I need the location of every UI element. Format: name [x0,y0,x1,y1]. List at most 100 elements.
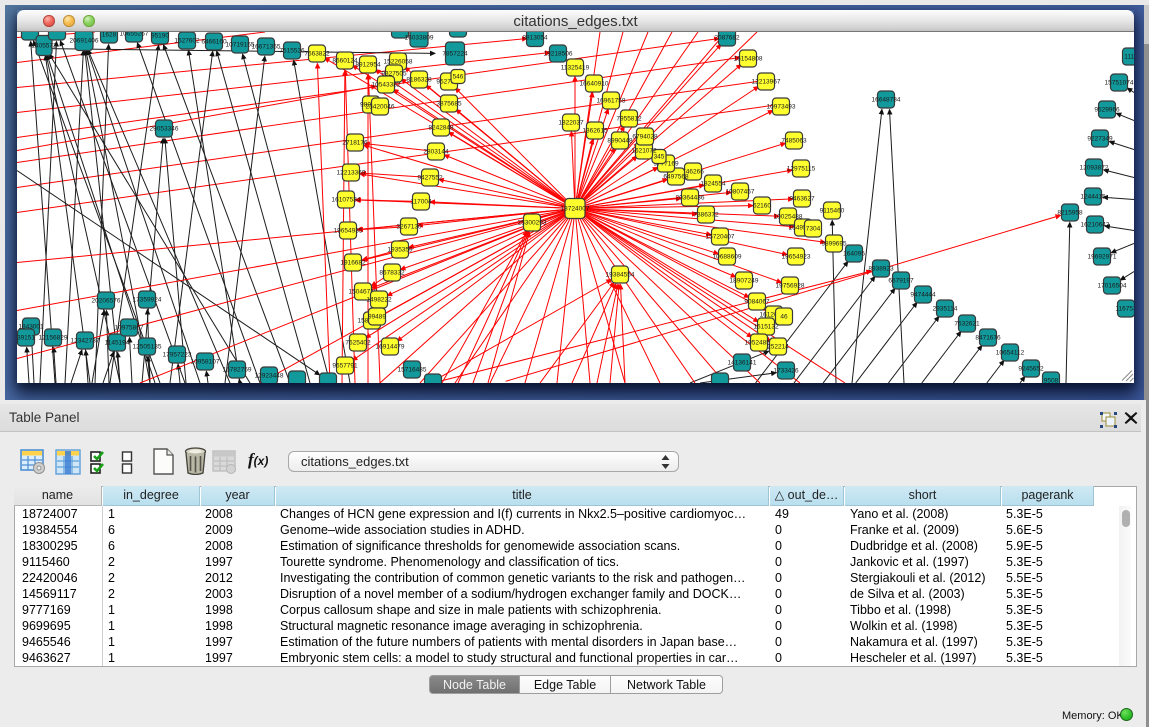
svg-text:16671355: 16671355 [252,43,281,50]
svg-text:3267130: 3267130 [396,223,422,230]
svg-text:15716485: 15716485 [398,366,427,373]
svg-text:6497568: 6497568 [663,173,689,180]
svg-text:10688609: 10688609 [713,253,742,260]
svg-text:62160: 62160 [753,202,771,209]
svg-text:16782759: 16782759 [223,366,252,373]
svg-text:1527602: 1527602 [174,37,200,44]
svg-text:9227349: 9227349 [1087,135,1113,142]
svg-text:16107534: 16107534 [332,196,361,203]
svg-text:9427552: 9427552 [417,174,443,181]
svg-text:1362615: 1362615 [582,127,608,134]
svg-text:9084067: 9084067 [744,298,770,305]
svg-text:7386372: 7386372 [693,211,719,218]
svg-text:7632621: 7632621 [954,320,980,327]
svg-text:39151: 39151 [17,334,35,341]
svg-text:20691406: 20691406 [70,37,99,44]
svg-text:6679197: 6679197 [888,277,914,284]
svg-text:15720407: 15720407 [706,233,735,240]
svg-text:12505135: 12505135 [133,343,162,350]
svg-text:15751074: 15751074 [1105,79,1134,86]
svg-text:164095: 164095 [843,250,865,257]
svg-text:7485063: 7485063 [781,137,807,144]
svg-text:252214: 252214 [767,343,789,350]
svg-text:19218506: 19218506 [544,50,573,57]
svg-text:16210643: 16210643 [1081,221,1110,228]
svg-text:14136141: 14136141 [728,359,757,366]
svg-text:10807457: 10807457 [726,188,755,195]
svg-text:2718176: 2718176 [342,139,368,146]
svg-text:10655267: 10655267 [120,32,149,38]
svg-text:19654935: 19654935 [334,227,363,234]
svg-text:16640910: 16640910 [580,80,609,87]
svg-text:8938923: 8938923 [868,265,894,272]
svg-text:8990448: 8990448 [607,137,633,144]
svg-text:9508: 9508 [1044,377,1059,382]
svg-text:8660124: 8660124 [332,57,358,64]
svg-text:9657791: 9657791 [332,362,358,369]
svg-text:10719155: 10719155 [226,41,255,48]
svg-text:9899695: 9899695 [821,240,847,247]
svg-text:1621072: 1621072 [631,147,657,154]
svg-text:16648784: 16648784 [872,96,901,103]
svg-text:12342737: 12342737 [71,337,100,344]
svg-text:11325419: 11325419 [561,64,590,71]
svg-text:7663822: 7663822 [304,50,330,57]
svg-text:12923448: 12923448 [255,372,284,379]
svg-text:10958107: 10958107 [191,358,220,365]
svg-text:1733426: 1733426 [773,367,799,374]
svg-text:1145194: 1145194 [105,339,130,346]
svg-text:16033809: 16033809 [405,34,434,41]
svg-text:1822037: 1822037 [558,119,584,126]
svg-text:19756928: 19756928 [776,282,805,289]
svg-text:1935359: 1935359 [387,246,413,253]
svg-text:546: 546 [453,73,464,80]
svg-text:1405572: 1405572 [31,42,57,49]
svg-text:17957223: 17957223 [163,351,192,358]
svg-text:10975867: 10975867 [115,324,144,331]
svg-text:12093872: 12093872 [1080,164,1109,171]
svg-text:18907249: 18907249 [730,277,759,284]
svg-text:12213369: 12213369 [337,169,366,176]
svg-text:16154808: 16154808 [734,55,763,62]
svg-text:1615132: 1615132 [753,323,779,330]
svg-text:1112: 1112 [1124,53,1134,60]
svg-text:19384554: 19384554 [606,271,635,278]
svg-text:7625402: 7625402 [345,339,371,346]
svg-text:2803144: 2803144 [423,148,449,155]
svg-text:1916682: 1916682 [340,259,366,266]
svg-text:9529966: 9529966 [1094,106,1120,113]
svg-text:1498222: 1498222 [366,296,392,303]
svg-text:17016504: 17016504 [1098,282,1127,289]
svg-text:3875685: 3875685 [436,100,462,107]
svg-text:19692971: 19692971 [1088,253,1117,260]
svg-text:8242848: 8242848 [428,124,454,131]
svg-text:9115460: 9115460 [820,207,845,214]
svg-text:99489: 99489 [368,313,386,320]
svg-text:7857224: 7857224 [442,50,468,57]
svg-text:16961758: 16961758 [597,97,626,104]
svg-text:12975115: 12975115 [787,165,816,172]
svg-text:25300293: 25300293 [518,219,547,226]
svg-text:18724007: 18724007 [561,205,590,212]
svg-text:7515526: 7515526 [279,47,305,54]
svg-text:20364436: 20364436 [676,194,705,201]
svg-text:10654112: 10654112 [996,349,1025,356]
svg-text:95190: 95190 [151,32,169,39]
svg-text:1628: 1628 [102,32,117,39]
svg-text:345: 345 [654,153,665,160]
svg-text:116753: 116753 [1115,305,1134,312]
svg-text:2087682: 2087682 [714,34,740,41]
svg-text:7955812: 7955812 [616,115,642,122]
svg-text:20206576: 20206576 [92,297,121,304]
svg-text:23420046: 23420046 [366,103,395,110]
svg-text:19654923: 19654923 [782,253,811,260]
svg-text:12213967: 12213967 [752,78,781,85]
svg-text:8912954: 8912954 [355,61,381,68]
svg-text:6466160: 6466160 [201,38,227,45]
svg-text:9474444: 9474444 [910,291,936,298]
svg-text:46: 46 [780,313,788,320]
svg-text:1824554: 1824554 [700,180,726,187]
svg-text:9245652: 9245652 [1018,365,1044,372]
svg-text:17359924: 17359924 [133,296,162,303]
svg-text:7304: 7304 [806,225,821,232]
